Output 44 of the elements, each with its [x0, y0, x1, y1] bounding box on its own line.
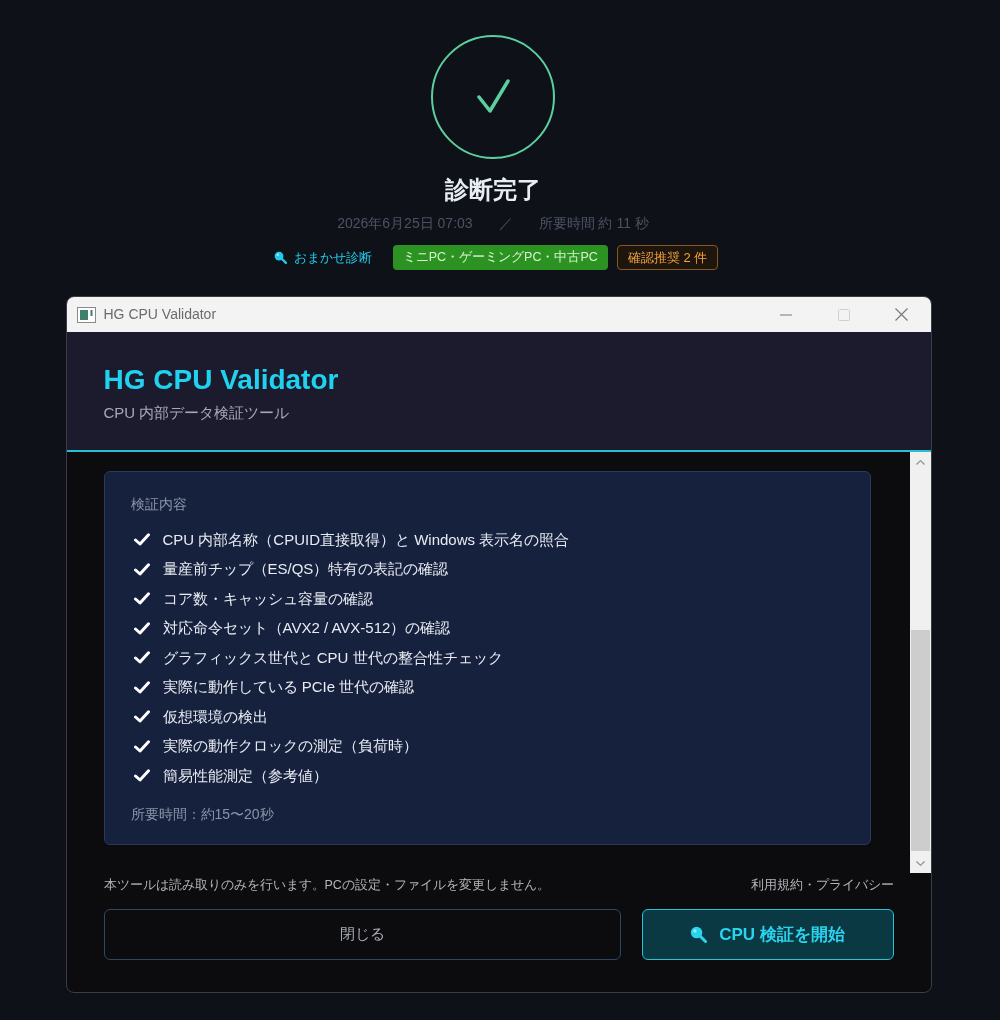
check-icon: [133, 621, 150, 635]
section-heading: 検証内容: [130, 495, 187, 514]
close-dialog-button[interactable]: 閉じる: [103, 909, 621, 960]
date-separator: ／: [498, 214, 513, 233]
window-title: HG CPU Validator: [103, 305, 217, 324]
check-item-text: 簡易性能測定（参考値）: [162, 765, 328, 786]
check-item-text: 実際に動作している PCIe 世代の確認: [162, 677, 415, 698]
search-icon: [690, 926, 708, 943]
status-date: 2026年6月25日 07:03: [337, 214, 473, 233]
check-item-text: コア数・キャッシュ容量の確認: [162, 588, 373, 609]
caret-down-icon: [915, 860, 925, 866]
status-title: 診断完了: [445, 175, 541, 205]
read-only-notice: 本ツールは読み取りのみを行います。PCの設定・ファイルを変更しません。: [103, 876, 550, 894]
status-duration: 所要時間 約 11 秒: [538, 214, 649, 233]
app-title: HG CPU Validator: [103, 363, 339, 397]
search-icon: [273, 251, 287, 264]
app-subtitle: CPU 内部データ検証ツール: [103, 403, 290, 423]
minimize-icon: [779, 313, 792, 316]
terms-privacy-link[interactable]: 利用規約・プライバシー: [750, 875, 894, 895]
check-icon: [133, 592, 150, 606]
check-item-text: 量産前チップ（ES/QS）特有の表記の確認: [162, 559, 449, 580]
success-check-icon: [431, 35, 555, 159]
check-item-text: 実際の動作クロックの測定（負荷時）: [162, 736, 418, 757]
check-icon: [133, 769, 150, 783]
check-item-text: 仮想環境の検出: [162, 706, 268, 727]
check-icon: [133, 562, 150, 576]
check-item-text: CPU 内部名称（CPUID直接取得）と Windows 表示名の照合: [162, 529, 570, 550]
maximize-icon: [837, 308, 850, 321]
scrollbar-thumb[interactable]: [910, 630, 930, 851]
close-icon: [895, 308, 908, 321]
check-icon: [133, 710, 150, 724]
app-icon: [76, 306, 96, 323]
check-icon: [133, 739, 150, 753]
check-icon: [133, 680, 150, 694]
check-item-text: 対応命令セット（AVX2 / AVX-512）の確認: [162, 618, 451, 639]
check-icon: [133, 533, 150, 547]
warning-badge: 確認推奨 2 件: [616, 245, 719, 270]
duration-note: 所要時間：約15〜20秒: [130, 804, 274, 824]
check-item-text: グラフィックス世代と CPU 世代の整合性チェック: [162, 647, 503, 668]
caret-up-icon: [915, 459, 925, 465]
start-validation-button[interactable]: CPU 検証を開始: [641, 909, 894, 960]
check-icon: [133, 651, 150, 665]
category-badge: ミニPC・ゲーミングPC・中古PC: [392, 245, 608, 270]
auto-diagnosis-link[interactable]: おまかせ診断: [273, 248, 372, 267]
